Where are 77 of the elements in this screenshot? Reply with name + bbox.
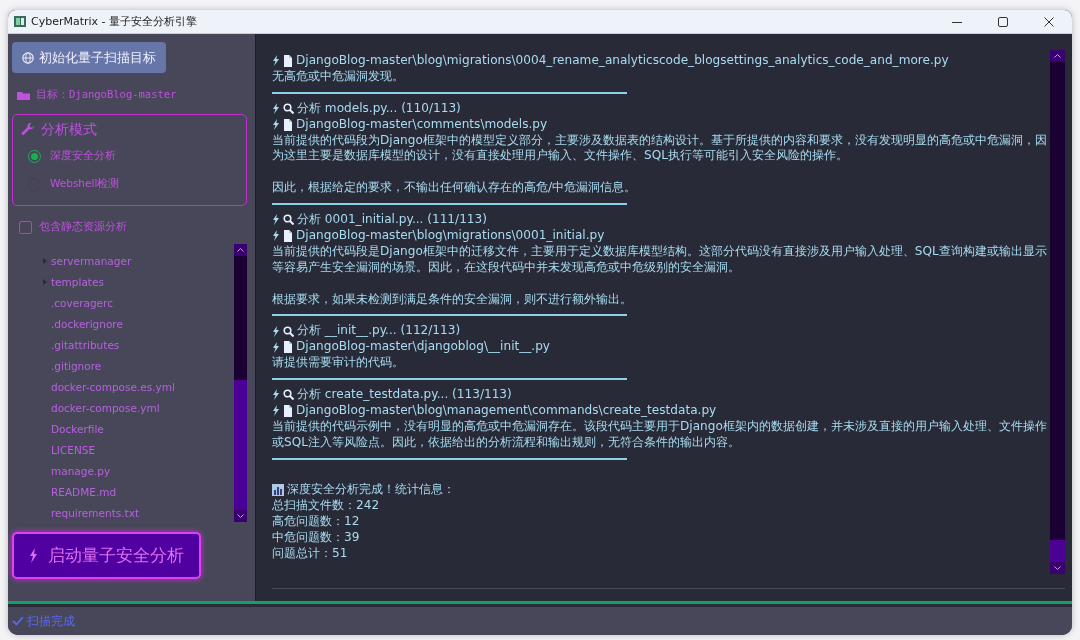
status-text: 扫描完成 bbox=[27, 612, 75, 630]
lightning-icon bbox=[272, 119, 280, 131]
file-path: DjangoBlog-master\djangoblog\__init__.py bbox=[296, 339, 550, 356]
log-message: 中危问题数：39 bbox=[272, 530, 360, 546]
file-path: DjangoBlog-master\blog\migrations\0004_rename_analyticscode_blogsettings_analytics_code_and_more.py bbox=[296, 53, 949, 69]
wrench-icon bbox=[21, 123, 35, 137]
file-item[interactable]: manage.py bbox=[51, 464, 111, 477]
app-icon bbox=[14, 16, 26, 27]
lightning-icon bbox=[272, 325, 280, 337]
checkbox-label: 包含静态资源分析 bbox=[39, 220, 127, 234]
expand-arrow-icon[interactable] bbox=[42, 257, 48, 264]
group-title: 分析模式 bbox=[41, 121, 97, 139]
file-item[interactable]: Dockerfile bbox=[51, 422, 104, 435]
target-label: 目标：DjangoBlog-master bbox=[36, 88, 177, 102]
document-icon bbox=[283, 118, 293, 131]
check-icon bbox=[12, 616, 24, 626]
globe-icon bbox=[22, 51, 34, 64]
log-message: 无高危或中危漏洞发现。 bbox=[272, 68, 404, 85]
scroll-down-icon[interactable] bbox=[237, 514, 244, 518]
lightning-icon bbox=[272, 341, 280, 353]
init-scan-button[interactable]: 初始化量子扫描目标 bbox=[12, 42, 166, 73]
stats-title: 深度安全分析完成！统计信息： bbox=[287, 482, 455, 499]
lightning-icon bbox=[272, 214, 280, 226]
lightning-icon bbox=[272, 55, 280, 67]
maximize-icon bbox=[998, 16, 1008, 27]
document-icon bbox=[283, 54, 293, 67]
search-icon bbox=[283, 389, 294, 401]
scroll-up-icon[interactable] bbox=[237, 248, 244, 252]
file-item[interactable]: README.md bbox=[51, 485, 117, 498]
log-message: 请提供需要审计的代码。 bbox=[272, 355, 404, 372]
folder-item[interactable]: templates bbox=[51, 275, 104, 288]
scroll-up-icon[interactable] bbox=[1054, 54, 1061, 58]
log-message: 总扫描文件数：242 bbox=[272, 498, 380, 515]
file-path: DjangoBlog-master\comments\models.py bbox=[296, 116, 548, 133]
log-message: 高危问题数：12 bbox=[272, 514, 360, 531]
bar-chart-icon bbox=[272, 484, 284, 497]
lightning-icon bbox=[272, 103, 280, 115]
folder-item[interactable]: servermanager bbox=[51, 254, 132, 267]
search-icon bbox=[283, 214, 294, 226]
scrollbar[interactable] bbox=[234, 244, 247, 522]
scroll-down-icon[interactable] bbox=[1054, 566, 1061, 570]
lightning-icon bbox=[29, 548, 38, 563]
log-message: 因此，根据给定的要求，不输出任何确认存在的高危/中危漏洞信息。 bbox=[272, 180, 637, 197]
file-item[interactable]: docker-compose.es.yml bbox=[51, 380, 175, 393]
start-analysis-button[interactable]: 启动量子安全分析 bbox=[12, 532, 201, 579]
search-icon bbox=[283, 325, 294, 337]
log-message: 当前提供的代码段是Django框架中的迁移文件，主要用于定义数据库模型结构。这部分代码没有直接涉及用户输入处理、SQL查询构建或输出显示等容易产生安全漏洞的场景。因此，在这段代码中并未发现高危或中危级别的安全漏洞。 bbox=[272, 243, 1048, 276]
window-title: CyberMatrix - 量子安全分析引擎 bbox=[31, 14, 199, 29]
file-item[interactable]: .dockerignore bbox=[51, 317, 123, 330]
radio-label: 深度安全分析 bbox=[50, 149, 116, 163]
scroll-thumb[interactable] bbox=[1050, 540, 1065, 562]
document-icon bbox=[283, 341, 293, 354]
scroll-thumb[interactable] bbox=[234, 380, 247, 510]
search-icon bbox=[283, 103, 294, 115]
lightning-icon bbox=[272, 230, 280, 242]
file-item[interactable]: .coveragerc bbox=[51, 296, 113, 309]
log-message: 当前提供的代码示例中，没有明显的高危或中危漏洞存在。该段代码主要用于Django框架内的数据创建，并未涉及直接的用户输入处理、文件操作或SQL注入等风险点。因此，依据给出的分析流程和输出规则，无符合条件的输出内容。 bbox=[272, 418, 1048, 451]
document-icon bbox=[283, 404, 293, 417]
document-icon bbox=[283, 229, 293, 242]
folder-icon bbox=[17, 90, 30, 100]
file-item[interactable]: .gitignore bbox=[51, 359, 102, 372]
log-message: 当前提供的代码段为Django框架中的模型定义部分，主要涉及数据表的结构设计。基于所提供的内容和要求，没有发现明显的高危或中危漏洞，因为这里主要是数据库模型的设计，没有直接处理用户输入、文件操作、SQL执行等可能引入安全风险的操作。 bbox=[272, 132, 1048, 165]
close-icon bbox=[1044, 16, 1054, 27]
lightning-icon bbox=[272, 405, 280, 417]
file-path: DjangoBlog-master\blog\migrations\0001_initial.py bbox=[296, 227, 605, 244]
log-message: 根据要求，如果未检测到满足条件的安全漏洞，则不进行额外输出。 bbox=[272, 291, 632, 308]
file-item[interactable]: .gitattributes bbox=[51, 338, 120, 351]
expand-arrow-icon[interactable] bbox=[42, 278, 48, 285]
checkbox[interactable] bbox=[19, 220, 32, 234]
scrollbar[interactable] bbox=[1050, 50, 1065, 574]
log-message: 问题总计：51 bbox=[272, 545, 348, 562]
file-item[interactable]: docker-compose.yml bbox=[51, 401, 160, 414]
file-item[interactable]: requirements.txt bbox=[51, 506, 140, 519]
lightning-icon bbox=[272, 389, 280, 401]
radio-label: Webshell检测 bbox=[50, 177, 120, 191]
file-path: DjangoBlog-master\blog\management\commands\create_testdata.py bbox=[296, 402, 717, 419]
file-item[interactable]: LICENSE bbox=[51, 443, 96, 456]
